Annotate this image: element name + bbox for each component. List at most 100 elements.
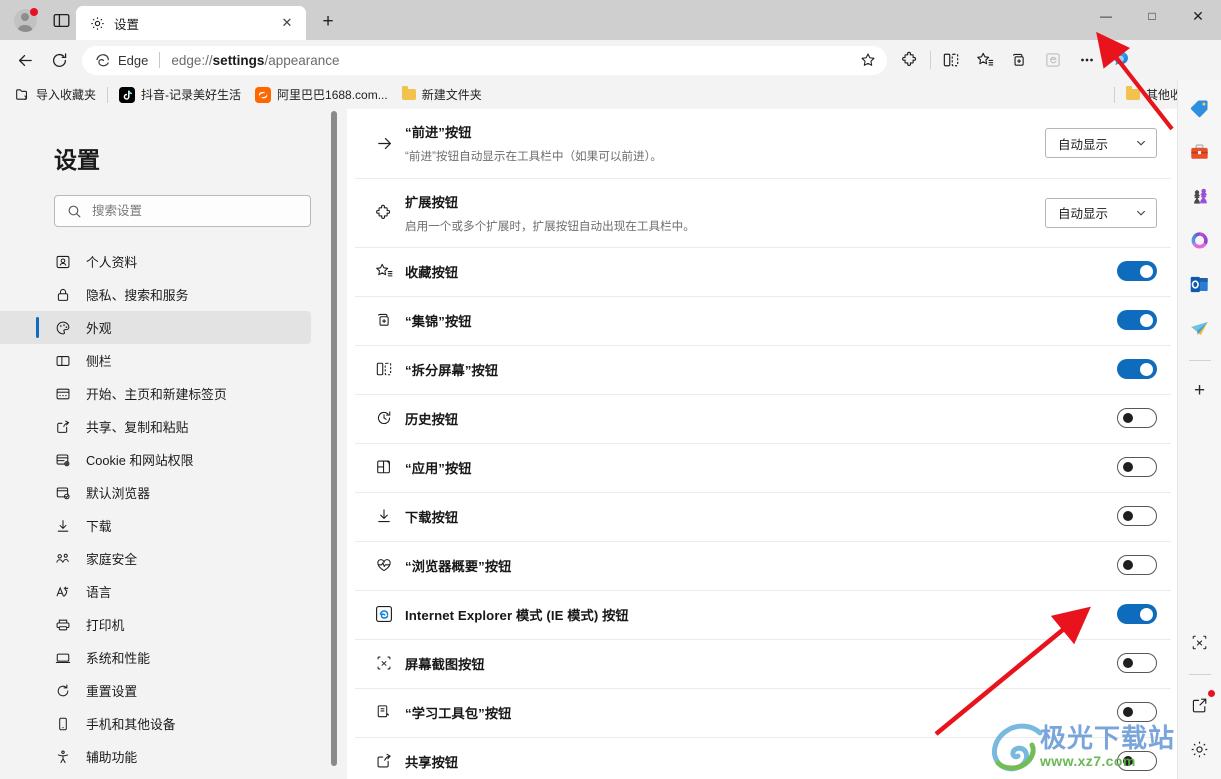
page-title: 设置	[54, 147, 100, 173]
add-sidebar-app-button[interactable]: +	[1184, 375, 1216, 407]
browser-essentials-button-toggle[interactable]	[1117, 555, 1157, 576]
system-icon	[54, 650, 72, 666]
sidebar-scrollbar[interactable]	[331, 111, 337, 766]
sidebar-item-share[interactable]: 共享、复制和粘贴	[0, 410, 311, 443]
sidebar-item-cookies[interactable]: Cookie 和网站权限	[0, 443, 311, 476]
setting-label: 下载按钮	[405, 509, 459, 525]
screenshot-button-toggle[interactable]	[1117, 653, 1157, 674]
shopping-tag-icon[interactable]	[1184, 92, 1216, 124]
sidebar-item-system[interactable]: 系统和性能	[0, 641, 311, 674]
search-input[interactable]	[92, 204, 298, 218]
sidebar-item-downloads[interactable]: 下载	[0, 509, 311, 542]
collections-icon[interactable]	[1002, 45, 1036, 75]
extensions-icon[interactable]	[893, 45, 927, 75]
close-button[interactable]: ✕	[1175, 0, 1221, 32]
tab-strip: 设置 ✕ +	[76, 0, 344, 40]
sidebar-item-profile[interactable]: 个人资料	[0, 245, 311, 278]
sidebar-item-label: 家庭安全	[86, 552, 138, 567]
settings-content: “前进”按钮 “前进”按钮自动显示在工具栏中（如果可以前进）。 自动显示 扩展按…	[347, 109, 1221, 779]
douyin-icon	[119, 86, 136, 103]
setting-row-collections-button: “集锦”按钮	[355, 297, 1171, 347]
sidebar-item-label: 语言	[86, 585, 112, 600]
maximize-button[interactable]: □	[1129, 0, 1175, 32]
apps-button-toggle[interactable]	[1117, 457, 1157, 478]
split-screen-button-toggle[interactable]	[1117, 359, 1157, 380]
bookmark-douyin[interactable]: 抖音-记录美好生活	[112, 83, 248, 106]
minimize-button[interactable]: —	[1083, 0, 1129, 32]
startpage-icon	[54, 386, 72, 402]
share-button-toggle[interactable]	[1117, 751, 1157, 772]
copilot-icon[interactable]	[1104, 45, 1138, 75]
tools-briefcase-icon[interactable]	[1184, 136, 1216, 168]
games-icon[interactable]	[1184, 180, 1216, 212]
address-bar[interactable]: Edge edge://settings/appearance	[82, 45, 887, 75]
download-button-toggle[interactable]	[1117, 506, 1157, 527]
setting-label: 收藏按钮	[405, 264, 459, 280]
rail-divider	[1188, 674, 1211, 675]
setting-row-forward-button: “前进”按钮 “前进”按钮自动显示在工具栏中（如果可以前进）。 自动显示	[355, 109, 1171, 179]
bookmark-alibaba[interactable]: 阿里巴巴1688.com...	[248, 83, 395, 106]
learning-tools-button-toggle[interactable]	[1117, 702, 1157, 723]
sidebar-item-reset[interactable]: 重置设置	[0, 674, 311, 707]
sidebar-item-appearance[interactable]: 外观	[0, 311, 311, 344]
setting-label: “应用”按钮	[405, 460, 472, 476]
search-settings-box[interactable]	[54, 195, 311, 227]
paper-plane-icon[interactable]	[1184, 312, 1216, 344]
more-options-icon[interactable]	[1070, 45, 1104, 75]
browser-essentials-icon	[363, 556, 405, 574]
screenshot-tool-icon[interactable]	[1184, 626, 1216, 658]
omnibox-divider	[159, 52, 161, 68]
reset-icon	[54, 683, 72, 699]
microsoft365-icon[interactable]	[1184, 224, 1216, 256]
tab-close-icon[interactable]: ✕	[276, 12, 298, 34]
bookmark-new-folder[interactable]: 新建文件夹	[395, 83, 489, 106]
extensions-button-dropdown[interactable]: 自动显示	[1045, 197, 1157, 228]
setting-row-extensions-button: 扩展按钮 启用一个或多个扩展时，扩展按钮自动出现在工具栏中。 自动显示	[355, 179, 1171, 249]
back-button-icon[interactable]	[8, 45, 42, 75]
ie-mode-icon	[363, 604, 405, 624]
chevron-down-icon	[1135, 137, 1147, 149]
collections-icon	[363, 311, 405, 329]
ie-mode-button-toggle[interactable]	[1117, 604, 1157, 625]
add-favorite-icon[interactable]	[855, 48, 881, 72]
forward-button-dropdown[interactable]: 自动显示	[1045, 128, 1157, 159]
collections-button-toggle[interactable]	[1117, 310, 1157, 331]
sidebar-item-family[interactable]: 家庭安全	[0, 542, 311, 575]
sidebar-item-startpage[interactable]: 开始、主页和新建标签页	[0, 377, 311, 410]
split-screen-icon[interactable]	[934, 45, 968, 75]
bookmark-import-favorites[interactable]: 导入收藏夹	[8, 83, 103, 106]
new-tab-button[interactable]: +	[312, 6, 344, 38]
setting-label: “拆分屏幕”按钮	[405, 362, 499, 378]
sidebar-item-label: 外观	[86, 321, 112, 336]
setting-description: “前进”按钮自动显示在工具栏中（如果可以前进）。	[405, 150, 662, 163]
sidebar-item-phone[interactable]: 手机和其他设备	[0, 707, 311, 740]
sidebar-item-languages[interactable]: 语言	[0, 575, 311, 608]
tab-actions-icon[interactable]	[46, 5, 76, 35]
sidebar-item-about[interactable]: 关于 Microsoft Edge	[0, 773, 311, 779]
setting-row-ie-mode-button: Internet Explorer 模式 (IE 模式) 按钮	[355, 591, 1171, 641]
search-icon	[67, 204, 82, 219]
browser-toolbar: Edge edge://settings/appearance	[0, 40, 1221, 80]
refresh-button-icon[interactable]	[42, 45, 76, 75]
favorites-button-toggle[interactable]	[1117, 261, 1157, 282]
history-button-toggle[interactable]	[1117, 408, 1157, 429]
ie-mode-icon[interactable]	[1036, 45, 1070, 75]
sidebar-item-label: 打印机	[86, 618, 125, 633]
settings-gear-icon[interactable]	[1184, 733, 1216, 765]
favorites-icon[interactable]	[968, 45, 1002, 75]
sidebar-item-printers[interactable]: 打印机	[0, 608, 311, 641]
printer-icon	[54, 617, 72, 633]
outlook-icon[interactable]	[1184, 268, 1216, 300]
search-settings-wrap	[0, 195, 347, 227]
sidebar-item-accessibility[interactable]: 辅助功能	[0, 740, 311, 773]
sidebar-item-privacy[interactable]: 隐私、搜索和服务	[0, 278, 311, 311]
setting-label: “集锦”按钮	[405, 313, 472, 329]
sidebar-item-default-browser[interactable]: 默认浏览器	[0, 476, 311, 509]
sidebar-item-label: 系统和性能	[86, 651, 150, 666]
import-favorites-icon	[15, 87, 30, 102]
avatar[interactable]	[10, 5, 40, 35]
browser-tab[interactable]: 设置 ✕	[76, 6, 306, 40]
open-external-icon[interactable]	[1184, 689, 1216, 721]
sidebar-item-sidebar[interactable]: 侧栏	[0, 344, 311, 377]
settings-rows: “前进”按钮 “前进”按钮自动显示在工具栏中（如果可以前进）。 自动显示 扩展按…	[347, 109, 1221, 779]
